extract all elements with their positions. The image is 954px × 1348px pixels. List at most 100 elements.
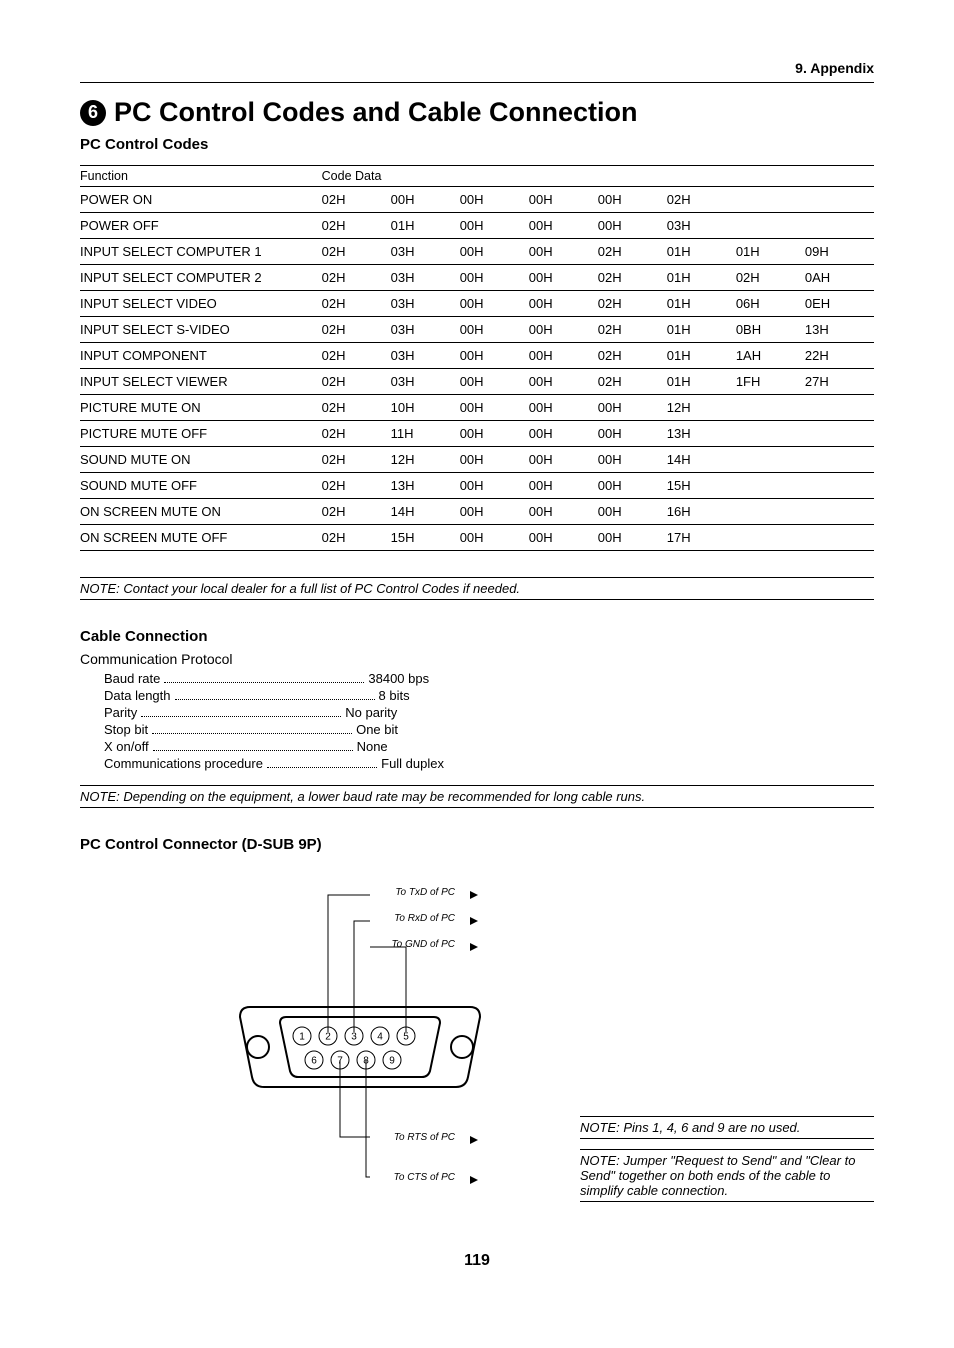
table-cell-code: 00H (460, 447, 529, 473)
table-row: INPUT SELECT COMPUTER 102H03H00H00H02H01… (80, 239, 874, 265)
table-cell-function: SOUND MUTE ON (80, 447, 322, 473)
table-row: PICTURE MUTE ON02H10H00H00H00H12H (80, 395, 874, 421)
svg-text:4: 4 (377, 1032, 383, 1043)
section-title-text: PC Control Codes and Cable Connection (114, 97, 638, 128)
table-cell-code: 02H (322, 213, 391, 239)
table-cell-code: 02H (598, 239, 667, 265)
protocol-item: Baud rate 38400 bps (104, 671, 874, 686)
table-row: INPUT SELECT COMPUTER 202H03H00H00H02H01… (80, 265, 874, 291)
table-row: INPUT SELECT VIEWER02H03H00H00H02H01H1FH… (80, 369, 874, 395)
table-cell-code: 00H (460, 525, 529, 551)
table-cell-code: 02H (322, 525, 391, 551)
table-cell-code: 1FH (736, 369, 805, 395)
leader-dots (141, 705, 341, 717)
table-cell-code (736, 447, 805, 473)
cable-connection-heading: Cable Connection (80, 628, 874, 645)
leader-dots (152, 722, 352, 734)
table-cell-code: 00H (529, 187, 598, 213)
table-cell-function: INPUT SELECT COMPUTER 2 (80, 265, 322, 291)
table-row: POWER ON02H00H00H00H00H02H (80, 187, 874, 213)
table-cell-code: 00H (529, 343, 598, 369)
table-cell-code: 11H (391, 421, 460, 447)
label-txd: To TxD of PC (395, 887, 455, 898)
page-number: 119 (80, 1252, 874, 1270)
svg-text:6: 6 (311, 1056, 317, 1067)
table-cell-code: 15H (391, 525, 460, 551)
table-cell-function: POWER OFF (80, 213, 322, 239)
table-cell-function: ON SCREEN MUTE OFF (80, 525, 322, 551)
protocol-key: Stop bit (104, 722, 148, 737)
table-cell-code: 03H (391, 239, 460, 265)
table-cell-code: 03H (391, 369, 460, 395)
pc-control-codes-heading: PC Control Codes (80, 136, 874, 153)
table-cell-function: SOUND MUTE OFF (80, 473, 322, 499)
table-cell-code: 01H (667, 317, 736, 343)
table-cell-code (805, 473, 874, 499)
leader-dots (267, 756, 377, 768)
table-row: INPUT SELECT S-VIDEO02H03H00H00H02H01H0B… (80, 317, 874, 343)
table-cell-code: 00H (529, 525, 598, 551)
table-cell-code: 00H (598, 213, 667, 239)
protocol-item: Communications procedureFull duplex (104, 756, 874, 771)
svg-text:2: 2 (325, 1032, 331, 1043)
protocol-key: Baud rate (104, 671, 160, 686)
table-cell-code: 00H (460, 187, 529, 213)
table-cell-code: 00H (391, 187, 460, 213)
communication-protocol-subheading: Communication Protocol (80, 651, 874, 667)
leader-dots (175, 688, 375, 700)
leader-dots (164, 671, 364, 683)
svg-text:7: 7 (337, 1056, 343, 1067)
table-cell-code (736, 525, 805, 551)
table-cell-function: INPUT SELECT VIEWER (80, 369, 322, 395)
table-cell-code: 02H (598, 291, 667, 317)
table-cell-code: 02H (598, 317, 667, 343)
protocol-value: No parity (345, 705, 397, 720)
table-cell-code: 17H (667, 525, 736, 551)
table-cell-code: 02H (322, 187, 391, 213)
table-cell-function: PICTURE MUTE OFF (80, 421, 322, 447)
table-cell-code: 02H (322, 499, 391, 525)
table-cell-code (736, 473, 805, 499)
protocol-item: ParityNo parity (104, 705, 874, 720)
label-cts: To CTS of PC (394, 1172, 456, 1183)
table-cell-code: 16H (667, 499, 736, 525)
table-cell-code: 02H (598, 343, 667, 369)
svg-text:3: 3 (351, 1032, 357, 1043)
table-cell-code: 13H (805, 317, 874, 343)
table-cell-code: 00H (529, 317, 598, 343)
table-cell-code: 0EH (805, 291, 874, 317)
table-cell-code: 01H (736, 239, 805, 265)
table-cell-code: 02H (322, 395, 391, 421)
table-cell-code: 02H (322, 239, 391, 265)
table-cell-code: 15H (667, 473, 736, 499)
table-row: PICTURE MUTE OFF02H11H00H00H00H13H (80, 421, 874, 447)
table-cell-function: INPUT SELECT COMPUTER 1 (80, 239, 322, 265)
table-cell-code: 13H (391, 473, 460, 499)
table-cell-code: 01H (391, 213, 460, 239)
svg-text:9: 9 (389, 1056, 395, 1067)
table-cell-code: 12H (391, 447, 460, 473)
note-control-codes: NOTE: Contact your local dealer for a fu… (80, 577, 874, 600)
table-cell-code: 00H (529, 395, 598, 421)
table-cell-code: 00H (598, 473, 667, 499)
table-cell-code: 13H (667, 421, 736, 447)
table-cell-code: 14H (667, 447, 736, 473)
protocol-value: 38400 bps (368, 671, 429, 686)
svg-text:8: 8 (363, 1056, 369, 1067)
table-cell-code: 02H (322, 369, 391, 395)
table-cell-code: 01H (667, 369, 736, 395)
protocol-item: Data length8 bits (104, 688, 874, 703)
protocol-value: Full duplex (381, 756, 444, 771)
table-header-codedata: Code Data (322, 166, 874, 187)
table-cell-code: 01H (667, 265, 736, 291)
table-row: INPUT SELECT VIDEO02H03H00H00H02H01H06H0… (80, 291, 874, 317)
table-cell-code: 03H (391, 291, 460, 317)
table-cell-code: 00H (529, 213, 598, 239)
table-cell-code: 01H (667, 291, 736, 317)
table-cell-code: 06H (736, 291, 805, 317)
table-cell-code: 00H (529, 239, 598, 265)
table-cell-code: 02H (598, 265, 667, 291)
table-cell-code: 00H (460, 239, 529, 265)
connector-heading: PC Control Connector (D-SUB 9P) (80, 836, 874, 853)
table-cell-code: 00H (529, 499, 598, 525)
